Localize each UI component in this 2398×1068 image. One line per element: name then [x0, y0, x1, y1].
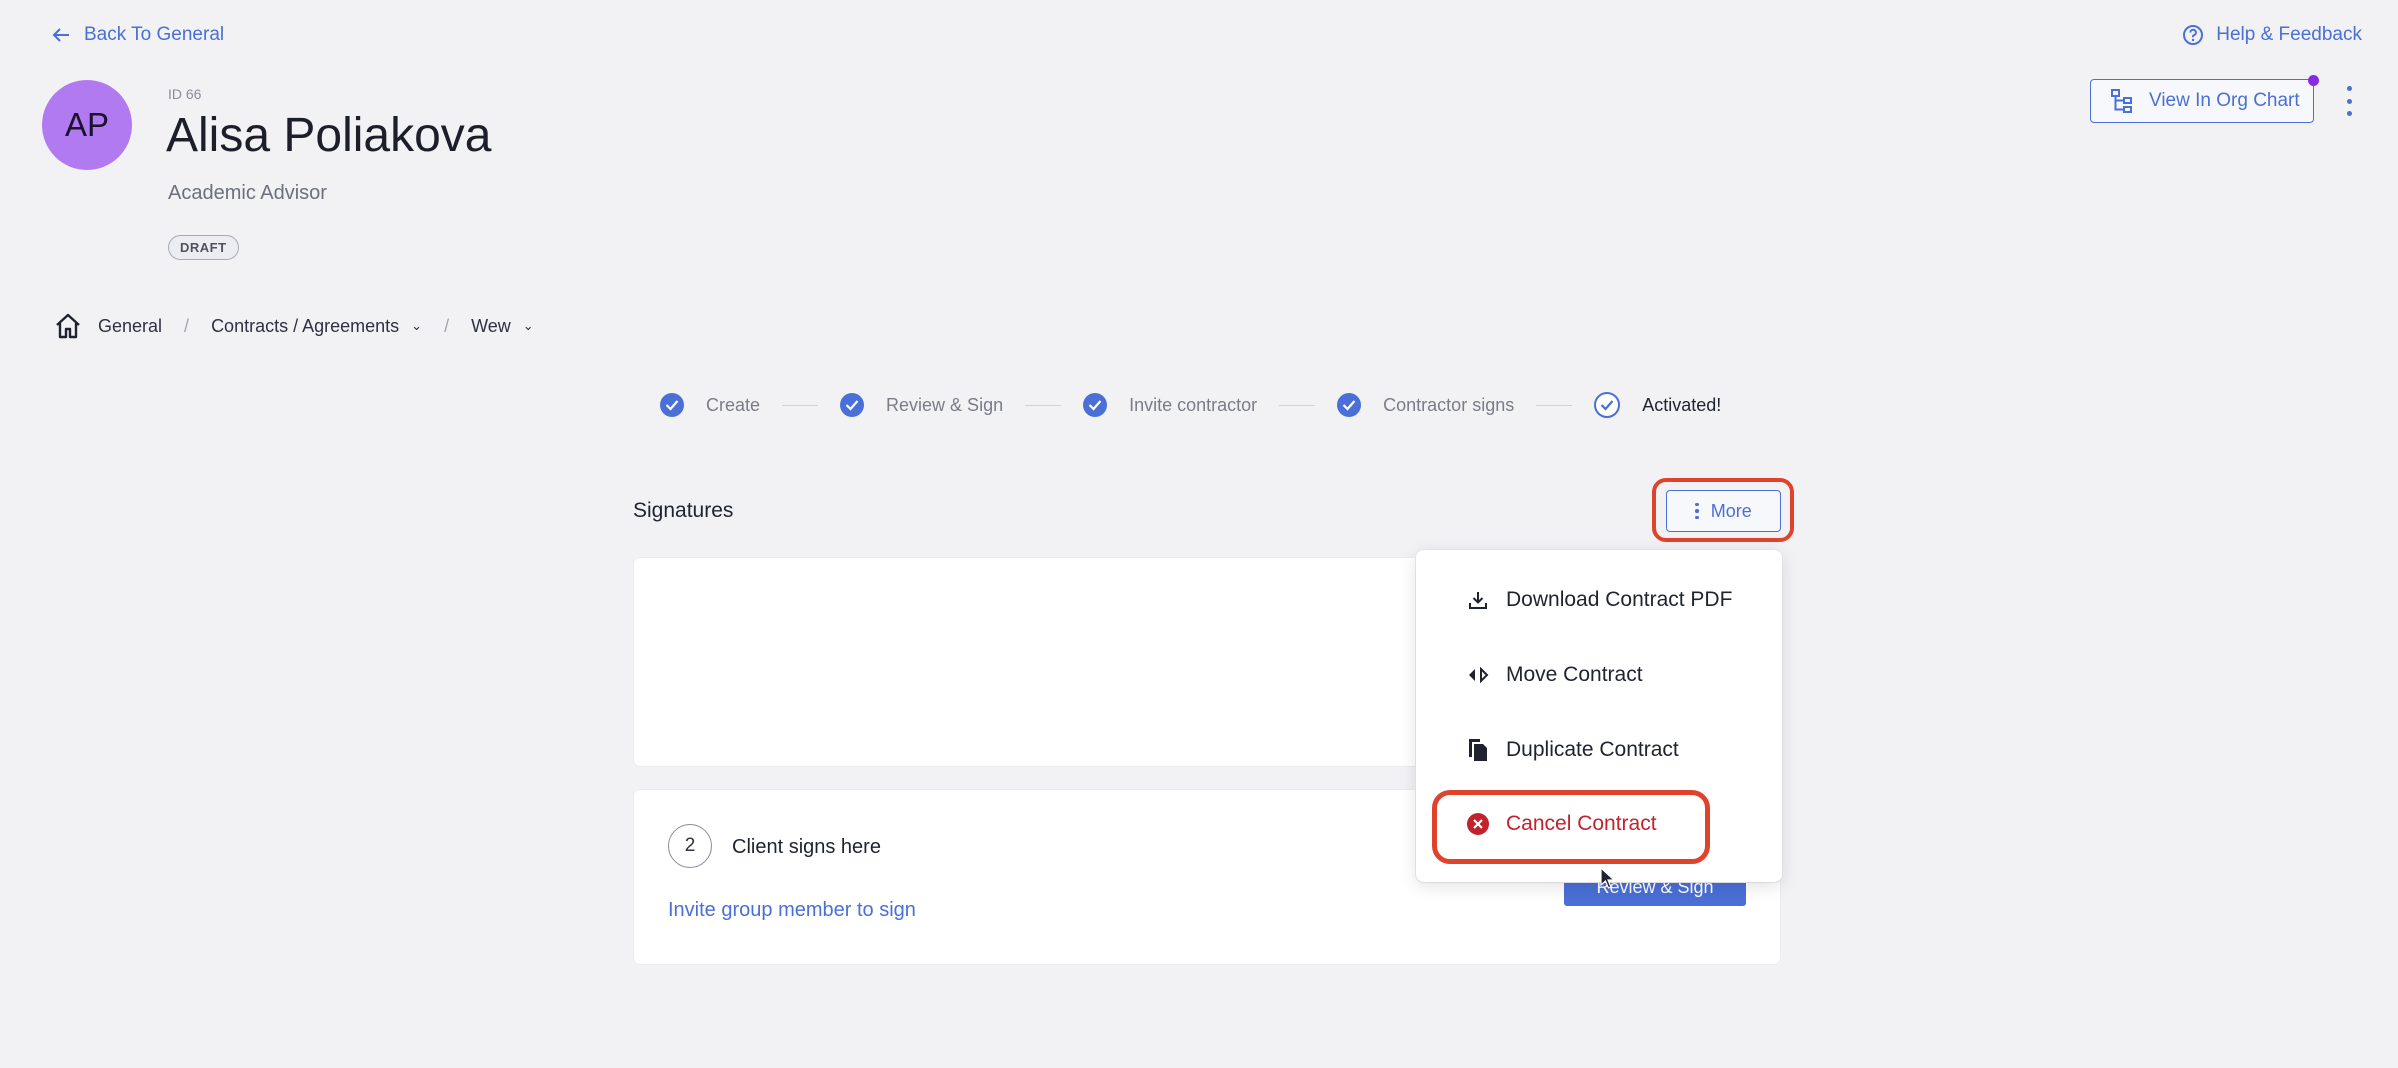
step-label: Activated!: [1642, 394, 1722, 415]
employee-role: Academic Advisor: [168, 182, 327, 204]
step-activated: Activated!: [1594, 392, 1721, 418]
contract-stepper: Create Review & Sign Invite contractor C…: [660, 392, 1721, 418]
step-contractor-signs: Contractor signs: [1337, 393, 1514, 417]
avatar: AP: [42, 80, 132, 170]
employee-id: ID 66: [168, 86, 202, 102]
back-link-label: Back To General: [84, 24, 225, 45]
help-feedback-link[interactable]: Help & Feedback: [2182, 24, 2362, 46]
step-connector: [782, 404, 819, 406]
more-button[interactable]: More: [1666, 490, 1781, 532]
breadcrumb-item-general[interactable]: General: [98, 316, 162, 337]
back-link[interactable]: Back To General: [52, 24, 224, 46]
menu-item-move-contract[interactable]: Move Contract: [1466, 663, 1643, 687]
breadcrumb-item-contracts[interactable]: Contracts / Agreements: [211, 316, 399, 337]
menu-item-download-pdf[interactable]: Download Contract PDF: [1466, 588, 1732, 612]
arrow-left-icon: [52, 28, 69, 42]
step-label: Invite contractor: [1129, 394, 1258, 415]
more-button-label: More: [1710, 500, 1752, 521]
breadcrumb-separator: /: [184, 315, 190, 336]
help-feedback-label: Help & Feedback: [2216, 24, 2362, 45]
step-label: Review & Sign: [886, 394, 1004, 415]
section-title: Signatures: [633, 499, 734, 522]
chevron-down-icon[interactable]: ⌄: [411, 318, 422, 334]
step-connector: [1536, 404, 1573, 406]
breadcrumb-item-wew[interactable]: Wew: [471, 316, 511, 337]
invite-member-link[interactable]: Invite group member to sign: [668, 899, 916, 922]
check-icon: [1083, 393, 1108, 417]
menu-item-label: Duplicate Contract: [1506, 738, 1679, 761]
breadcrumb: General / Contracts / Agreements ⌄ / Wew…: [54, 313, 534, 339]
vertical-dots-icon: [1695, 502, 1699, 520]
step-invite-contractor: Invite contractor: [1083, 393, 1257, 417]
check-icon: [1337, 393, 1362, 417]
chevron-down-icon[interactable]: ⌄: [523, 318, 534, 334]
help-icon: [2183, 25, 2204, 45]
download-icon: [1466, 588, 1490, 612]
home-icon[interactable]: [54, 313, 82, 339]
employee-name: Alisa Poliakova: [166, 109, 492, 162]
menu-item-label: Download Contract PDF: [1506, 588, 1733, 611]
notification-dot: [2308, 75, 2319, 86]
more-options-icon[interactable]: [2342, 86, 2356, 116]
status-badge: DRAFT: [168, 235, 239, 260]
breadcrumb-separator: /: [444, 315, 450, 336]
check-icon: [660, 393, 684, 417]
step-review-sign: Review & Sign: [840, 393, 1003, 417]
menu-item-duplicate-contract[interactable]: Duplicate Contract: [1466, 738, 1679, 762]
avatar-initials: AP: [64, 106, 110, 143]
client-signs-label: Client signs here: [732, 836, 881, 858]
step-label: Contractor signs: [1383, 394, 1515, 415]
org-chart-icon: [2111, 89, 2132, 113]
step-connector: [1279, 404, 1316, 406]
step-connector: [1025, 404, 1062, 406]
mouse-cursor-icon: [1600, 867, 1616, 889]
step-number-badge: 2: [668, 824, 712, 868]
check-icon: [840, 393, 865, 417]
view-org-chart-label: View In Org Chart: [2149, 90, 2300, 111]
menu-item-label: Move Contract: [1506, 663, 1643, 686]
check-circle-icon: [1594, 392, 1621, 418]
cancel-highlight: [1432, 790, 1710, 864]
move-icon: [1466, 663, 1490, 687]
duplicate-icon: [1466, 738, 1490, 762]
view-org-chart-button[interactable]: View In Org Chart: [2090, 79, 2314, 123]
step-create: Create: [660, 393, 760, 417]
step-label: Create: [706, 394, 761, 415]
